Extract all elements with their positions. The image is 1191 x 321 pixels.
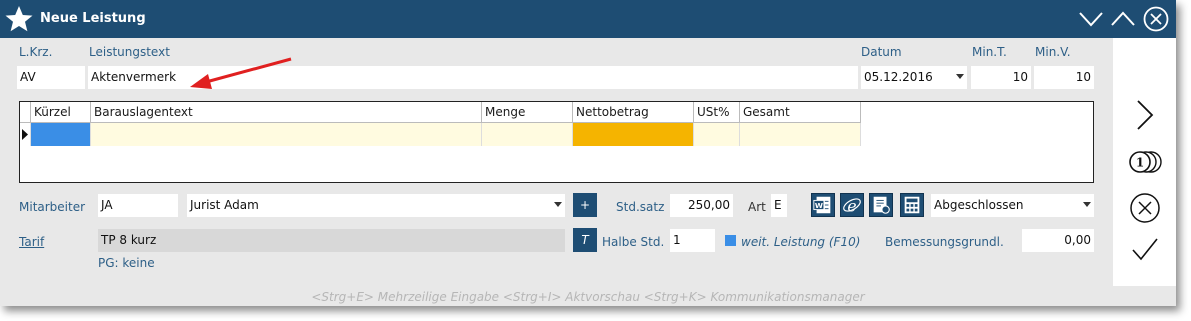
column-header-menge[interactable]: Menge	[482, 102, 573, 123]
dropdown-arrow-icon[interactable]	[956, 74, 964, 79]
dialog-window: Neue Leistung L.Krz. Leistungstext Datum…	[0, 0, 1176, 306]
column-header-kuerzel[interactable]: Kürzel	[31, 102, 91, 123]
status-value: Abgeschlossen	[934, 198, 1024, 212]
coins-icon[interactable]: 1	[1127, 148, 1163, 176]
cell-gesamt[interactable]	[740, 123, 861, 146]
weit-leistung-checkbox[interactable]	[725, 235, 736, 246]
lkrz-label: L.Krz.	[19, 45, 53, 59]
halbe-std-input[interactable]: 1	[670, 229, 715, 252]
calculator-icon[interactable]	[900, 193, 924, 217]
column-header-barauslagentext[interactable]: Barauslagentext	[91, 102, 482, 123]
lkrz-input[interactable]: AV	[17, 66, 85, 89]
minimize-chevron-icon[interactable]	[1078, 6, 1104, 32]
art-label: Art	[748, 200, 766, 214]
cell-menge[interactable]	[482, 123, 573, 146]
art-input[interactable]: E	[771, 194, 787, 217]
svg-text:1: 1	[1136, 156, 1144, 170]
dropdown-arrow-icon[interactable]	[1083, 202, 1091, 207]
leistungstext-label: Leistungstext	[89, 45, 170, 59]
mint-input[interactable]: 10	[971, 66, 1031, 89]
pg-text: PG: keine	[98, 256, 155, 270]
add-mitarbeiter-button[interactable]: +	[573, 193, 597, 217]
datum-value: 05.12.2016	[864, 70, 933, 84]
column-header-nettobetrag[interactable]: Nettobetrag	[573, 102, 694, 123]
internet-explorer-icon[interactable]: e	[840, 193, 864, 217]
mitarbeiter-label: Mitarbeiter	[19, 200, 86, 214]
mint-label: Min.T.	[972, 45, 1007, 59]
stdsatz-input[interactable]: 250,00	[670, 194, 733, 217]
next-chevron-icon[interactable]	[1133, 98, 1157, 132]
tarif-button[interactable]: T	[573, 228, 597, 252]
stdsatz-label: Std.satz	[616, 200, 665, 214]
status-dropdown[interactable]: Abgeschlossen	[931, 194, 1094, 217]
mitarbeiter-code-input[interactable]: JA	[98, 194, 178, 217]
main-panel: L.Krz. Leistungstext Datum Min.T. Min.V.…	[0, 38, 1113, 306]
halbe-std-label: Halbe Std.	[602, 235, 665, 249]
cell-kuerzel[interactable]	[31, 123, 91, 146]
action-sidebar: 1	[1113, 38, 1176, 286]
word-icon[interactable]: W	[811, 193, 835, 217]
tarif-input[interactable]: TP 8 kurz	[98, 229, 565, 252]
dropdown-arrow-icon[interactable]	[554, 202, 562, 207]
cell-nettobetrag[interactable]	[573, 123, 694, 146]
bemessung-input[interactable]: 0,00	[1022, 229, 1094, 252]
star-icon	[5, 6, 33, 32]
annotation-arrow-icon	[190, 57, 292, 89]
window-title: Neue Leistung	[40, 11, 146, 26]
checkmark-icon[interactable]	[1129, 236, 1161, 264]
minv-input[interactable]: 10	[1034, 66, 1094, 89]
row-pointer-icon	[22, 129, 28, 140]
close-circle-icon[interactable]	[1143, 6, 1169, 32]
column-header-ust[interactable]: USt%	[694, 102, 740, 123]
tarif-label[interactable]: Tarif	[19, 235, 44, 249]
bemessung-label: Bemessungsgrundl.	[885, 235, 1004, 249]
title-bar: Neue Leistung	[0, 0, 1176, 38]
shortcut-hint: <Strg+E> Mehrzeilige Eingabe <Strg+I> Ak…	[311, 290, 865, 304]
minv-label: Min.V.	[1035, 45, 1071, 59]
row-indicator-header	[20, 102, 31, 123]
cell-ust[interactable]	[694, 123, 740, 146]
maximize-chevron-icon[interactable]	[1110, 6, 1136, 32]
mitarbeiter-dropdown[interactable]: Jurist Adam	[187, 194, 565, 217]
cancel-circle-icon[interactable]	[1129, 192, 1161, 224]
row-indicator	[20, 123, 31, 146]
column-header-gesamt[interactable]: Gesamt	[740, 102, 861, 123]
mitarbeiter-name-value: Jurist Adam	[190, 198, 259, 212]
datum-dropdown[interactable]: 05.12.2016	[861, 66, 967, 89]
barauslagen-grid[interactable]: Kürzel Barauslagentext Menge Nettobetrag…	[19, 101, 1094, 183]
cell-barauslagentext[interactable]	[91, 123, 482, 146]
weit-leistung-label[interactable]: weit. Leistung (F10)	[741, 235, 860, 249]
datum-label: Datum	[861, 45, 902, 59]
document-settings-icon[interactable]	[869, 193, 893, 217]
svg-text:W: W	[815, 201, 823, 210]
